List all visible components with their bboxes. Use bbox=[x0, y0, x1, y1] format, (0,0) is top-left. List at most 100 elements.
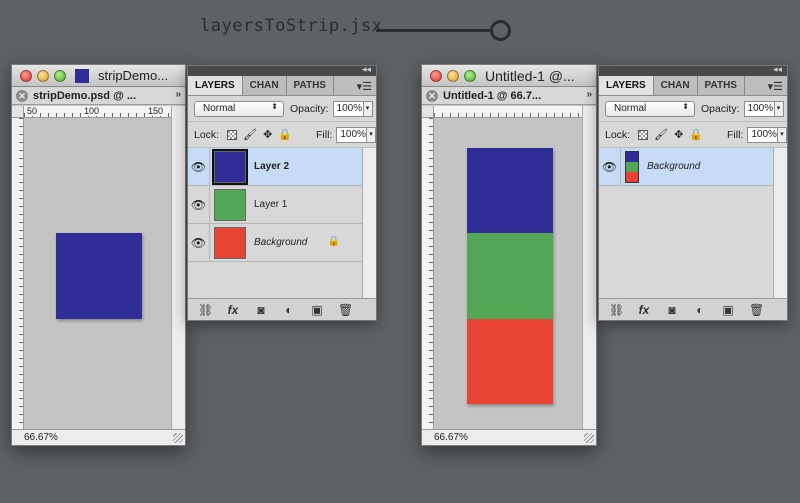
layers-scrollbar[interactable] bbox=[773, 148, 787, 298]
minimize-window-icon[interactable] bbox=[447, 69, 459, 82]
right-vertical-scrollbar[interactable] bbox=[582, 106, 596, 430]
right-titlebar[interactable]: Untitled-1 @... bbox=[422, 65, 596, 87]
left-titlebar[interactable]: stripDemo... bbox=[12, 65, 185, 87]
tab-channels[interactable]: CHAN bbox=[654, 76, 698, 95]
left-document-window: stripDemo... ✕ stripDemo.psd @ ... » 50 … bbox=[11, 64, 186, 446]
chevron-down-icon[interactable]: ▾ bbox=[362, 101, 372, 116]
adjustment-icon[interactable]: ◐ bbox=[693, 303, 707, 317]
brush-icon[interactable]: 🖌 bbox=[654, 128, 668, 141]
layer-row-layer-1[interactable]: 👁 Layer 1 bbox=[188, 186, 362, 224]
eye-icon[interactable]: 👁 bbox=[188, 186, 210, 223]
left-zoom-level[interactable]: 66.67% bbox=[24, 432, 58, 443]
document-color-icon bbox=[75, 68, 89, 83]
ruler-corner[interactable] bbox=[422, 106, 434, 118]
right-canvas[interactable] bbox=[435, 118, 582, 430]
tab-paths[interactable]: PATHS bbox=[287, 76, 334, 95]
mask-icon[interactable]: ◙ bbox=[665, 303, 679, 317]
left-layers-panel: ◂◂ LAYERS CHAN PATHS ▾☰ Normal ⬍ Opacity… bbox=[187, 64, 377, 321]
blend-mode-select[interactable]: Normal ⬍ bbox=[605, 100, 695, 117]
panel-menu-icon[interactable]: ▾☰ bbox=[768, 80, 783, 93]
strip-image bbox=[467, 148, 553, 404]
lock-icon: 🔒 bbox=[327, 236, 340, 247]
right-status-bar: 66.67% bbox=[422, 429, 596, 445]
move-icon[interactable]: ✥ bbox=[263, 128, 272, 141]
tab-paths[interactable]: PATHS bbox=[698, 76, 745, 95]
layer-name: Background bbox=[254, 237, 308, 248]
vertical-ruler[interactable] bbox=[12, 118, 24, 430]
fx-icon[interactable]: fx bbox=[637, 303, 651, 317]
opacity-label: Opacity: bbox=[290, 102, 329, 115]
horizontal-ruler[interactable] bbox=[434, 106, 582, 118]
adjustment-icon[interactable]: ◐ bbox=[282, 303, 296, 317]
ruler-corner[interactable] bbox=[12, 106, 24, 118]
left-document-tab[interactable]: ✕ stripDemo.psd @ ... » bbox=[12, 87, 185, 105]
tab-layers[interactable]: LAYERS bbox=[599, 76, 654, 95]
opacity-field[interactable]: 100% ▾ bbox=[332, 100, 373, 117]
opacity-value: 100% bbox=[747, 102, 774, 114]
opacity-value: 100% bbox=[336, 102, 363, 114]
eye-icon[interactable]: 👁 bbox=[188, 224, 210, 261]
layers-scrollbar[interactable] bbox=[362, 148, 376, 298]
panel-tabs: LAYERS CHAN PATHS ▾☰ bbox=[188, 76, 376, 96]
zoom-window-icon[interactable] bbox=[54, 69, 66, 82]
resize-grip-icon[interactable] bbox=[584, 433, 594, 443]
lock-icon[interactable]: 🔒 bbox=[278, 128, 292, 141]
chevron-down-icon[interactable]: ▾ bbox=[366, 127, 375, 142]
left-vertical-scrollbar[interactable] bbox=[171, 106, 185, 430]
move-icon[interactable]: ✥ bbox=[674, 128, 683, 141]
layer-name: Layer 1 bbox=[254, 199, 288, 210]
chevron-right-icon[interactable]: » bbox=[175, 89, 181, 100]
lock-pixels-icon[interactable] bbox=[638, 129, 649, 140]
horizontal-ruler[interactable]: 50 100 150 bbox=[24, 106, 171, 118]
layer-row-background[interactable]: 👁 Background bbox=[599, 148, 773, 186]
close-tab-icon[interactable]: ✕ bbox=[16, 89, 28, 102]
collapse-panel-icon[interactable]: ◂◂ bbox=[362, 64, 371, 75]
left-status-bar: 66.67% bbox=[12, 429, 185, 445]
mask-icon[interactable]: ◙ bbox=[254, 303, 268, 317]
chevron-down-icon[interactable]: ▾ bbox=[773, 101, 783, 116]
brush-icon[interactable]: 🖌 bbox=[243, 128, 257, 141]
eye-icon[interactable]: 👁 bbox=[188, 148, 210, 185]
right-zoom-level[interactable]: 66.67% bbox=[434, 432, 468, 443]
chevron-down-icon[interactable]: ▾ bbox=[777, 127, 786, 142]
opacity-field[interactable]: 100% ▾ bbox=[743, 100, 784, 117]
blue-square-layer bbox=[56, 233, 142, 319]
fill-label: Fill: bbox=[316, 128, 333, 141]
fill-field[interactable]: 100% ▾ bbox=[336, 126, 376, 143]
right-document-tab[interactable]: ✕ Untitled-1 @ 66.7... » bbox=[422, 87, 596, 105]
lock-icons: 🖌 ✥ 🔒 bbox=[227, 128, 292, 141]
resize-grip-icon[interactable] bbox=[173, 433, 183, 443]
tab-layers[interactable]: LAYERS bbox=[188, 76, 243, 95]
link-icon[interactable]: ⛓ bbox=[198, 303, 213, 317]
vertical-ruler[interactable] bbox=[422, 118, 434, 430]
blend-mode-select[interactable]: Normal ⬍ bbox=[194, 100, 284, 117]
layer-row-layer-2[interactable]: 👁 Layer 2 bbox=[188, 148, 362, 186]
new-layer-icon[interactable]: ▣ bbox=[721, 303, 735, 317]
new-layer-icon[interactable]: ▣ bbox=[310, 303, 324, 317]
layer-row-background[interactable]: 👁 Background 🔒 bbox=[188, 224, 362, 262]
eye-icon[interactable]: 👁 bbox=[599, 148, 621, 185]
left-canvas[interactable] bbox=[25, 118, 171, 430]
collapse-panel-icon[interactable]: ◂◂ bbox=[773, 64, 782, 75]
tab-channels[interactable]: CHAN bbox=[243, 76, 287, 95]
chevron-right-icon[interactable]: » bbox=[586, 89, 592, 100]
zoom-window-icon[interactable] bbox=[464, 69, 476, 82]
panel-header-bar[interactable]: ◂◂ bbox=[599, 64, 787, 76]
panel-menu-icon[interactable]: ▾☰ bbox=[357, 80, 372, 93]
link-icon[interactable]: ⛓ bbox=[609, 303, 624, 317]
panel-header-bar[interactable]: ◂◂ bbox=[188, 64, 376, 76]
lock-pixels-icon[interactable] bbox=[227, 129, 238, 140]
close-window-icon[interactable] bbox=[20, 69, 32, 82]
script-title: layersToStrip.jsx bbox=[200, 16, 383, 36]
trash-icon[interactable]: 🗑 bbox=[749, 303, 764, 317]
close-window-icon[interactable] bbox=[430, 69, 442, 82]
panel-bottom-toolbar: ⛓ fx ◙ ◐ ▣ 🗑 bbox=[599, 298, 787, 320]
right-window-title: Untitled-1 @... bbox=[485, 67, 575, 84]
fx-icon[interactable]: fx bbox=[226, 303, 240, 317]
close-tab-icon[interactable]: ✕ bbox=[426, 89, 438, 102]
lock-icon[interactable]: 🔒 bbox=[689, 128, 703, 141]
minimize-window-icon[interactable] bbox=[37, 69, 49, 82]
fill-value: 100% bbox=[340, 128, 366, 140]
trash-icon[interactable]: 🗑 bbox=[338, 303, 353, 317]
fill-field[interactable]: 100% ▾ bbox=[747, 126, 787, 143]
